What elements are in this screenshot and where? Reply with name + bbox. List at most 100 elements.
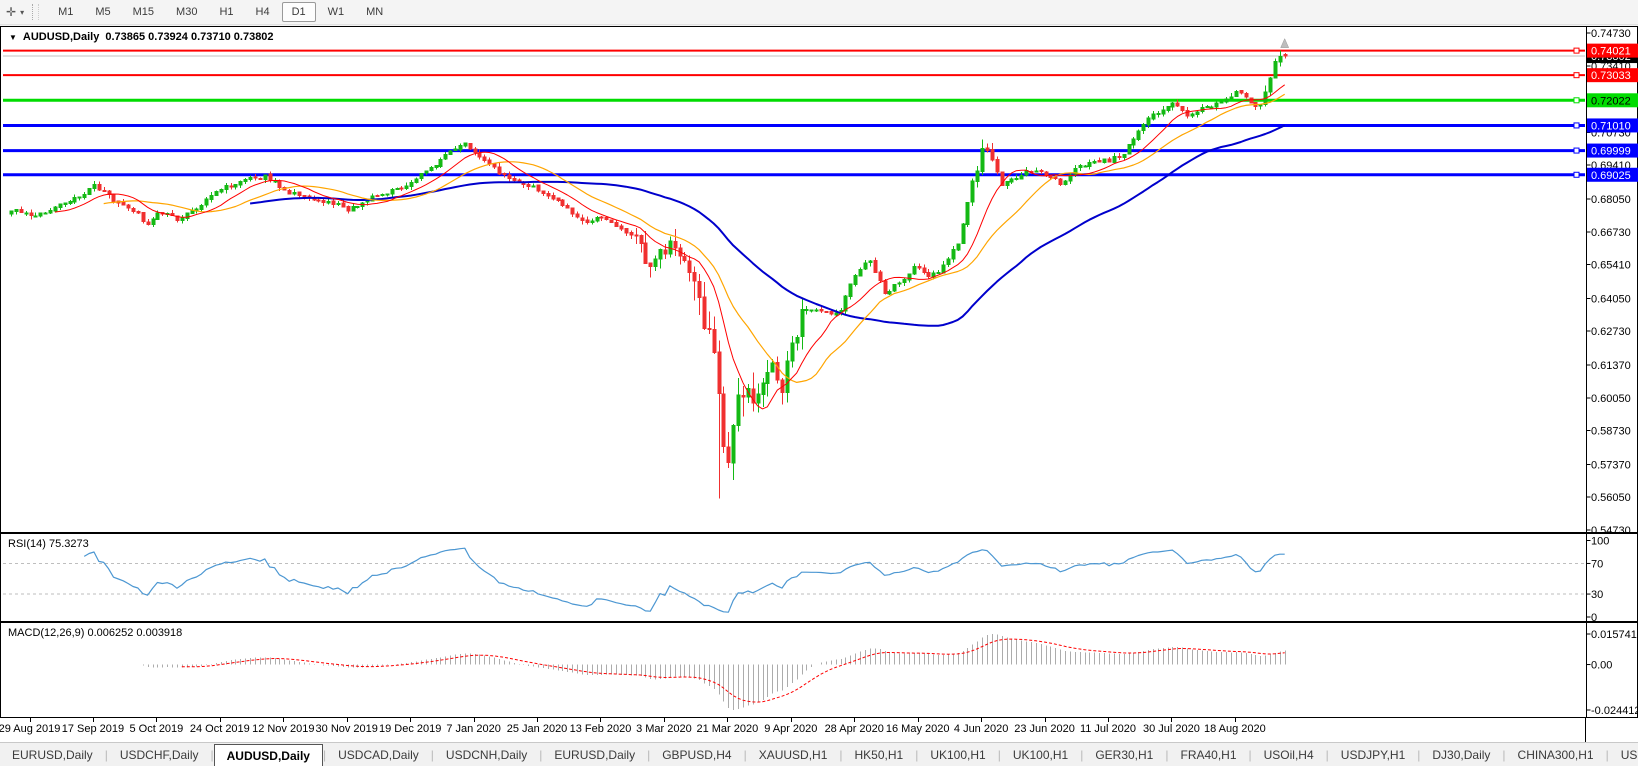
price-tick-label: 0.68050 <box>1591 194 1631 206</box>
price-tick-label: 0.56050 <box>1591 492 1631 504</box>
macd-tick-label: 0.015741 <box>1591 629 1637 641</box>
price-tick-label: 0.60050 <box>1591 393 1631 405</box>
chart-tab-bar: EURUSD,Daily|USDCHF,Daily|AUDUSD,Daily|U… <box>0 742 1638 766</box>
hline-handle-0.71010[interactable] <box>1574 123 1579 128</box>
date-tick <box>981 718 982 722</box>
chart-tab-eurusd-daily[interactable]: EURUSD,Daily <box>542 743 647 766</box>
date-tick <box>1108 718 1109 722</box>
price-tick-label: 0.64050 <box>1591 293 1631 305</box>
chart-tab-usoil-h4[interactable]: USOil,H4 <box>1252 743 1326 766</box>
timeframe-button-d1[interactable]: D1 <box>282 2 316 22</box>
date-label: 29 Aug 2019 <box>0 723 60 735</box>
mt4-chart-window: ✛ ▾ M1M5M15M30H1H4D1W1MN ▼ AUDUSD,Daily … <box>0 0 1638 766</box>
chart-tab-usdcad-daily[interactable]: USDCAD,Daily <box>326 743 431 766</box>
chart-symbol-period: AUDUSD,Daily <box>23 31 99 43</box>
hline-price-label: 0.72022 <box>1591 95 1631 107</box>
crosshair-icon[interactable]: ✛ <box>0 5 20 19</box>
macd-tick-label: -0.024412 <box>1591 705 1638 717</box>
timeframe-button-m5[interactable]: M5 <box>85 2 120 22</box>
rsi-tick-label: 100 <box>1591 536 1609 548</box>
date-label: 30 Jul 2020 <box>1143 723 1200 735</box>
chart-tab-uk100-h1[interactable]: UK100,H1 <box>918 743 997 766</box>
price-tick-label: 0.66730 <box>1591 227 1631 239</box>
macd-tick-label: 0.00 <box>1591 660 1612 672</box>
date-label: 5 Oct 2019 <box>129 723 183 735</box>
date-tick <box>474 718 475 722</box>
hline-handle-0.69999[interactable] <box>1574 148 1579 153</box>
price-tick-label: 0.65410 <box>1591 260 1631 272</box>
date-tick <box>30 718 31 722</box>
hline-handle-0.73033[interactable] <box>1574 73 1579 78</box>
date-axis[interactable]: 29 Aug 201917 Sep 20195 Oct 201924 Oct 2… <box>0 718 1638 742</box>
price-tick-label: 0.54730 <box>1591 525 1631 532</box>
chart-tab-china300-h1[interactable]: CHINA300,H1 <box>1506 743 1606 766</box>
macd-chart[interactable]: 0.015741 0.00 -0.024412 <box>1 623 1638 717</box>
date-tick <box>220 718 221 722</box>
date-tick <box>664 718 665 722</box>
rsi-tick-label: 0 <box>1591 612 1597 621</box>
chart-tabs: EURUSD,Daily|USDCHF,Daily|AUDUSD,Daily|U… <box>0 743 1638 766</box>
candlestick-chart[interactable]: 0.747300.734100.707300.694100.680500.667… <box>1 27 1638 532</box>
chart-tab-eurusd-daily[interactable]: EURUSD,Daily <box>0 743 105 766</box>
timeframe-button-m15[interactable]: M15 <box>123 2 164 22</box>
timeframe-button-mn[interactable]: MN <box>356 2 393 22</box>
hline-handle-0.69025[interactable] <box>1574 172 1579 177</box>
date-tick <box>727 718 728 722</box>
chart-tab-uk100-h1[interactable]: UK100,H1 <box>1001 743 1080 766</box>
price-chart-panel[interactable]: ▼ AUDUSD,Daily 0.73865 0.73924 0.73710 0… <box>0 26 1638 533</box>
chart-tab-fra40-h1[interactable]: FRA40,H1 <box>1168 743 1248 766</box>
chart-tab-gbpusd-h4[interactable]: GBPUSD,H4 <box>650 743 743 766</box>
date-tick <box>156 718 157 722</box>
hline-handle-0.72022[interactable] <box>1574 98 1579 103</box>
date-tick <box>283 718 284 722</box>
price-tick-label: 0.58730 <box>1591 426 1631 438</box>
hline-price-label: 0.69025 <box>1591 170 1631 182</box>
date-label: 21 Mar 2020 <box>696 723 758 735</box>
up-wicks <box>12 51 1281 481</box>
date-tick <box>347 718 348 722</box>
price-tick-label: 0.61370 <box>1591 360 1631 372</box>
date-tick <box>600 718 601 722</box>
timeframe-button-m30[interactable]: M30 <box>166 2 207 22</box>
rsi-tick-label: 70 <box>1591 558 1603 570</box>
date-tick <box>1235 718 1236 722</box>
chart-tab-dj30-daily[interactable]: DJ30,Daily <box>1420 743 1502 766</box>
timeframe-button-h4[interactable]: H4 <box>246 2 280 22</box>
date-label: 3 Mar 2020 <box>636 723 692 735</box>
chart-dropdown-icon[interactable]: ▼ <box>9 33 17 42</box>
chart-tab-xauusd-h1[interactable]: XAUUSD,H1 <box>747 743 840 766</box>
macd-panel[interactable]: MACD(12,26,9) 0.006252 0.003918 0.015741… <box>0 622 1638 718</box>
hline-price-label: 0.73033 <box>1591 70 1631 82</box>
arrow-up-marker-icon[interactable] <box>1281 39 1289 48</box>
chevron-down-icon[interactable]: ▾ <box>20 8 28 17</box>
rsi-panel[interactable]: RSI(14) 75.3273 10070300 <box>0 533 1638 622</box>
chart-tab-usdjpy-h1[interactable]: USDJPY,H1 <box>1329 743 1417 766</box>
date-label: 12 Nov 2019 <box>252 723 314 735</box>
chart-tab-usdcnh-daily[interactable]: USDCNH,Daily <box>434 743 539 766</box>
hline-price-label: 0.69999 <box>1591 146 1631 158</box>
date-label: 9 Apr 2020 <box>764 723 817 735</box>
chart-tab-usoil-h1[interactable]: USOil,H1 <box>1609 743 1638 766</box>
timeframe-button-m1[interactable]: M1 <box>48 2 83 22</box>
timeframe-button-h1[interactable]: H1 <box>209 2 243 22</box>
date-label: 23 Jun 2020 <box>1014 723 1075 735</box>
timeframe-button-w1[interactable]: W1 <box>318 2 355 22</box>
hline-handle-0.74021[interactable] <box>1574 48 1579 53</box>
price-tick-label: 0.57370 <box>1591 459 1631 471</box>
chart-tab-hk50-h1[interactable]: HK50,H1 <box>843 743 916 766</box>
rsi-chart[interactable]: 10070300 <box>1 534 1638 621</box>
price-tick-label: 0.74730 <box>1591 28 1631 40</box>
date-tick <box>791 718 792 722</box>
chart-ohlc-values: 0.73865 0.73924 0.73710 0.73802 <box>105 31 273 43</box>
chart-tab-audusd-daily[interactable]: AUDUSD,Daily <box>214 744 323 766</box>
date-label: 13 Feb 2020 <box>570 723 632 735</box>
macd-label: MACD(12,26,9) 0.006252 0.003918 <box>8 627 182 639</box>
date-tick <box>1171 718 1172 722</box>
chart-tab-usdchf-daily[interactable]: USDCHF,Daily <box>108 743 211 766</box>
axis-border-line <box>1585 718 1586 742</box>
date-label: 16 May 2020 <box>886 723 950 735</box>
down-wicks <box>22 53 1286 498</box>
chart-tab-ger30-h1[interactable]: GER30,H1 <box>1083 743 1165 766</box>
date-label: 25 Jan 2020 <box>507 723 568 735</box>
rsi-line <box>84 548 1285 612</box>
